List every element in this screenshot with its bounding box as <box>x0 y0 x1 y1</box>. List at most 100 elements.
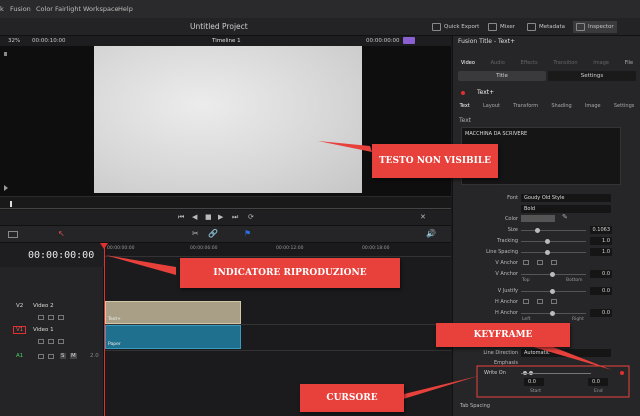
font-select[interactable]: Goudy Old Style <box>521 194 611 202</box>
tab-spacing-section[interactable]: Tab Spacing <box>460 403 490 409</box>
line-spacing-slider[interactable] <box>521 252 586 253</box>
solo-button[interactable]: S <box>60 353 66 359</box>
subtab-settings[interactable]: Settings <box>548 71 636 81</box>
callout-cursor: CURSORE <box>300 384 404 412</box>
timeline-view-icon[interactable] <box>8 231 18 238</box>
track-name-v2[interactable]: Video 2 <box>33 303 54 309</box>
track-id-a1: A1 <box>16 353 24 359</box>
viewer-side-icon[interactable] <box>4 52 8 56</box>
tab-layout[interactable]: Layout <box>483 103 500 113</box>
line-direction-select[interactable]: Automatic <box>521 349 611 357</box>
audio-volume-icon[interactable]: 🔊 <box>426 229 436 238</box>
line-spacing-slider-knob[interactable] <box>545 250 550 255</box>
tracking-value[interactable]: 1.0 <box>590 237 612 245</box>
h-anchor-slider-knob[interactable] <box>550 311 555 316</box>
anchor-icon[interactable] <box>551 260 557 265</box>
paper-clip[interactable]: Paper <box>105 325 241 349</box>
tab-text[interactable]: Text <box>460 103 470 113</box>
tab-file[interactable]: File <box>625 60 633 67</box>
loop-icon[interactable]: ⟳ <box>248 213 254 221</box>
color-swatch[interactable] <box>521 215 555 222</box>
auto-select-icon[interactable] <box>48 315 54 320</box>
v-justify-slider-knob[interactable] <box>550 289 555 294</box>
scrub-handle[interactable] <box>10 201 12 207</box>
size-slider[interactable] <box>521 230 586 231</box>
v-anchor-value[interactable]: 0.0 <box>590 270 612 278</box>
scrub-bar[interactable] <box>0 196 451 210</box>
tracking-slider[interactable] <box>521 241 586 242</box>
write-on-end-value[interactable]: 0.0 <box>588 378 608 386</box>
anchor-icon[interactable] <box>523 299 529 304</box>
monitor-icon[interactable] <box>58 339 64 344</box>
playhead-handle[interactable] <box>100 243 108 249</box>
zoom-level[interactable]: 32% <box>8 38 20 44</box>
subtab-title[interactable]: Title <box>458 71 546 81</box>
write-on-start-value[interactable]: 0.0 <box>524 378 544 386</box>
h-anchor-value[interactable]: 0.0 <box>590 309 612 317</box>
skip-back-icon[interactable]: ⏮ <box>178 213 184 222</box>
lock-icon[interactable] <box>38 339 44 344</box>
viewer-header: 32% 00:00:10:00 Timeline 1 00:00:00:00 <box>0 36 451 46</box>
tab-transition[interactable]: Transition <box>553 60 577 67</box>
flag-icon[interactable]: ⚑ <box>244 229 251 238</box>
text-plus-clip[interactable]: Text+ <box>105 301 241 324</box>
track-id-v1[interactable]: V1 <box>13 326 27 334</box>
viewer-mode-icon[interactable] <box>403 37 415 44</box>
inspector-button[interactable]: Inspector <box>573 21 617 33</box>
monitor-icon[interactable] <box>58 315 64 320</box>
anchor-icon[interactable] <box>537 260 543 265</box>
track-name-v1[interactable]: Video 1 <box>33 327 54 333</box>
mixer-button[interactable]: Mixer <box>488 21 515 33</box>
tab-image[interactable]: Image <box>593 60 609 67</box>
keyframe-icon[interactable] <box>620 371 624 375</box>
anchor-icon[interactable] <box>537 299 543 304</box>
line-spacing-label: Line Spacing <box>486 249 518 255</box>
menu-item-color[interactable]: Color <box>36 5 53 13</box>
stop-icon[interactable]: ■ <box>205 213 212 221</box>
tracking-slider-knob[interactable] <box>545 239 550 244</box>
timeline-timecode-box: 00:00:00:00 <box>0 243 104 267</box>
reverse-icon[interactable]: ◀ <box>192 213 197 221</box>
tab-image[interactable]: Image <box>585 103 601 113</box>
menu-item-help[interactable]: Help <box>118 5 133 13</box>
blade-tool-icon[interactable]: ✂ <box>192 229 199 238</box>
size-value[interactable]: 0.1063 <box>590 226 612 234</box>
menu-item-workspace[interactable]: Workspace <box>83 5 119 13</box>
lock-icon[interactable] <box>38 354 44 359</box>
size-slider-knob[interactable] <box>535 228 540 233</box>
write-on-range[interactable] <box>521 373 591 374</box>
v-justify-value[interactable]: 0.0 <box>590 287 612 295</box>
eyedropper-icon[interactable]: ✎ <box>562 213 568 221</box>
mute-button[interactable]: M <box>70 353 77 359</box>
playhead[interactable] <box>104 243 105 416</box>
tab-audio[interactable]: Audio <box>491 60 505 67</box>
text-section-header[interactable]: Text <box>459 117 471 124</box>
line-spacing-value[interactable]: 1.0 <box>590 248 612 256</box>
menu-item-fusion[interactable]: Fusion <box>10 5 31 13</box>
menu-item-k[interactable]: k <box>0 5 4 13</box>
tab-settings[interactable]: Settings <box>614 103 635 113</box>
anchor-icon[interactable] <box>551 299 557 304</box>
metadata-button[interactable]: Metadata <box>527 21 565 33</box>
close-viewer-icon[interactable]: ✕ <box>420 213 426 221</box>
v-anchor-slider-knob[interactable] <box>550 272 555 277</box>
anchor-icon[interactable] <box>523 260 529 265</box>
select-tool-icon[interactable]: ↖ <box>58 229 65 238</box>
play-side-icon[interactable] <box>4 185 8 191</box>
menu-item-fairlight[interactable]: Fairlight <box>55 5 81 13</box>
link-icon[interactable]: 🔗 <box>208 229 218 238</box>
play-icon[interactable]: ▶ <box>218 213 223 221</box>
tab-shading[interactable]: Shading <box>551 103 571 113</box>
timeline-name[interactable]: Timeline 1 <box>212 38 241 44</box>
timeline-ruler[interactable]: 00:00:00:00 00:00:06:00 00:00:12:00 00:0… <box>104 243 451 257</box>
tab-transform[interactable]: Transform <box>513 103 538 113</box>
lock-icon[interactable] <box>38 315 44 320</box>
auto-select-icon[interactable] <box>48 339 54 344</box>
auto-select-icon[interactable] <box>48 354 54 359</box>
node-enable-icon[interactable] <box>461 91 465 95</box>
style-select[interactable]: Bold <box>521 205 611 213</box>
tab-effects[interactable]: Effects <box>521 60 538 67</box>
tab-video[interactable]: Video <box>461 60 475 67</box>
quick-export-button[interactable]: Quick Export <box>432 21 479 33</box>
skip-forward-icon[interactable]: ⏭ <box>232 213 238 222</box>
